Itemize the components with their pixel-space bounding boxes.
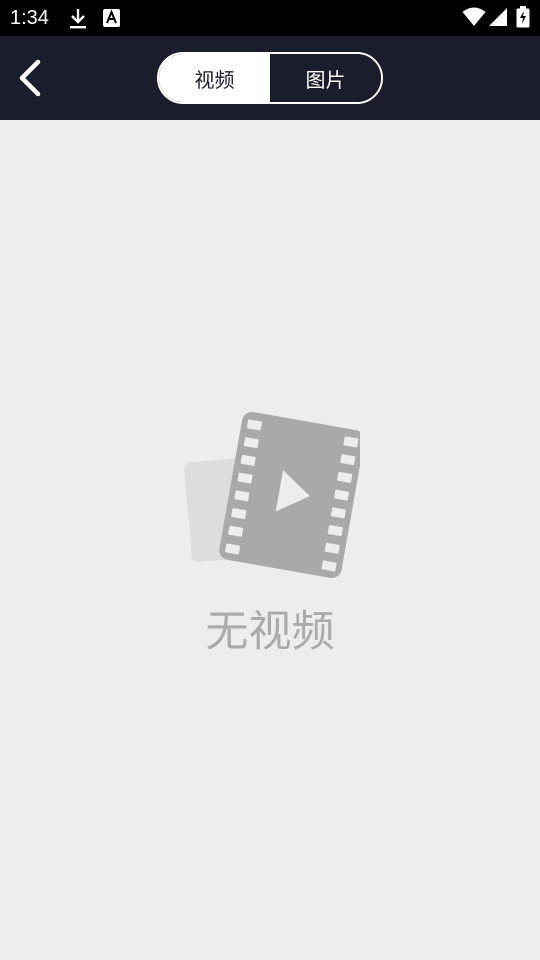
chevron-left-icon <box>19 59 41 97</box>
empty-state-message: 无视频 <box>205 607 335 657</box>
status-time: 1:34 <box>10 7 49 29</box>
media-type-toggle: 视频 图片 <box>157 52 383 104</box>
back-button[interactable] <box>8 56 52 100</box>
tab-video[interactable]: 视频 <box>159 54 270 102</box>
app-header: 视频 图片 <box>0 36 540 120</box>
download-icon <box>70 9 86 29</box>
status-bar: 1:34 <box>0 0 540 36</box>
battery-charging-icon <box>516 6 530 28</box>
a-icon <box>103 9 120 27</box>
wifi-icon <box>462 7 486 26</box>
tab-images[interactable]: 图片 <box>270 54 381 102</box>
video-film-icon <box>184 411 360 579</box>
signal-icon <box>489 8 507 26</box>
